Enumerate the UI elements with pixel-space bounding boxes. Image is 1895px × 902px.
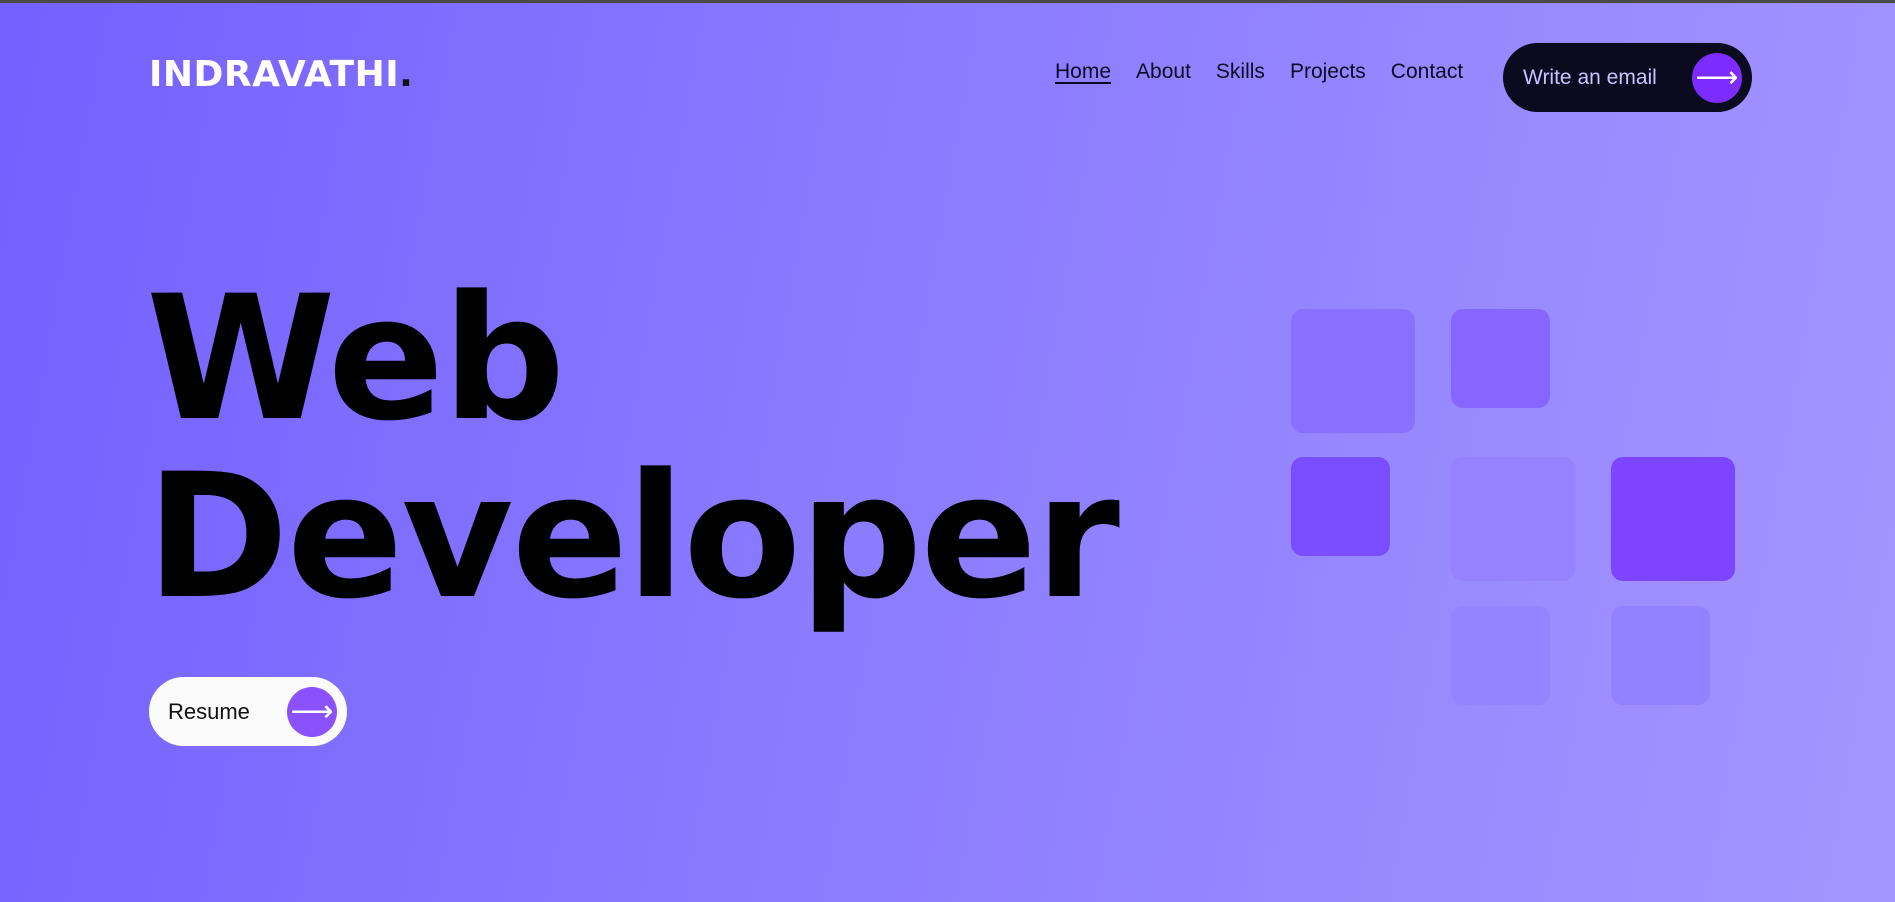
logo[interactable]: INDRAVATHI.: [149, 54, 413, 95]
logo-dot: .: [399, 54, 414, 95]
nav-contact[interactable]: Contact: [1391, 60, 1463, 84]
decor-square-3: [1291, 457, 1390, 556]
main-nav: Home About Skills Projects Contact: [1055, 60, 1463, 84]
hero-title-line2: Developer: [146, 436, 1120, 637]
arrow-right-icon: ⟶: [287, 686, 337, 737]
resume-label: Resume: [168, 698, 250, 724]
resume-button[interactable]: Resume ⟶: [149, 677, 347, 746]
decor-square-2: [1451, 309, 1550, 408]
decor-square-1: [1291, 309, 1415, 433]
nav-skills[interactable]: Skills: [1216, 60, 1265, 84]
decor-square-4: [1451, 457, 1575, 581]
decor-square-6: [1451, 606, 1550, 705]
hero-title: Web Developer: [146, 270, 1120, 626]
decor-square-7: [1611, 606, 1710, 705]
top-border: [0, 0, 1895, 3]
arrow-right-icon: ⟶: [1692, 52, 1742, 103]
nav-projects[interactable]: Projects: [1290, 60, 1366, 84]
nav-home[interactable]: Home: [1055, 60, 1111, 84]
hero-title-line1: Web: [146, 258, 565, 459]
nav-about[interactable]: About: [1136, 60, 1191, 84]
write-email-label: Write an email: [1523, 65, 1657, 89]
write-email-button[interactable]: Write an email ⟶: [1503, 43, 1752, 112]
logo-text: INDRAVATHI: [149, 54, 400, 95]
decor-square-5: [1611, 457, 1735, 581]
